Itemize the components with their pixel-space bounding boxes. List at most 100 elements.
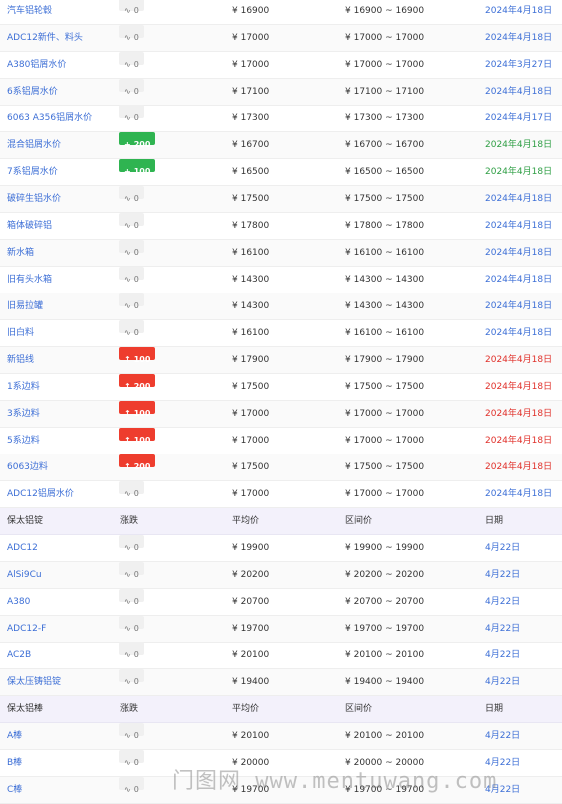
item-name-link[interactable]: 旧易拉罐 [7, 293, 43, 319]
table-row[interactable]: A380 ∿ 0 ¥ 20700 ¥ 20700 ~ 20700 4月22日 [0, 588, 562, 616]
avg-price: ¥ 17500 [232, 193, 270, 204]
item-name-link[interactable]: 1系边料 [7, 374, 40, 400]
update-date: 4月22日 [485, 730, 521, 741]
watermark: 门图网 www.mentuwang.com [172, 769, 498, 794]
table-row[interactable]: 1系边料 ↑ 200 ¥ 17500 ¥ 17500 ~ 17500 2024年4月18日 [0, 373, 562, 401]
table-row[interactable]: A380铝屑水价 ∿ 0 ¥ 17000 ¥ 17000 ~ 17000 2024年3月2… [0, 51, 562, 79]
item-name-link[interactable]: AlSi9Cu [7, 562, 42, 588]
item-name-link[interactable]: 汽车铝轮毂 [7, 0, 52, 24]
item-name-link[interactable]: 3系边料 [7, 401, 40, 427]
item-name-link[interactable]: ADC12 [7, 535, 38, 561]
price-range: ¥ 20200 ~ 20200 [345, 569, 425, 580]
price-range: ¥ 17300 ~ 17300 [345, 113, 425, 124]
item-name-link[interactable]: ADC12-F [7, 616, 46, 642]
table-row[interactable]: AC2B ∿ 0 ¥ 20100 ¥ 20100 ~ 20100 4月22日 [0, 642, 562, 670]
avg-price: ¥ 17000 [232, 435, 270, 446]
trend-up-icon: ↑ [124, 462, 131, 472]
update-date: 2024年4月18日 [485, 140, 553, 151]
item-name-link[interactable]: B棒 [7, 750, 22, 776]
price-range: ¥ 17100 ~ 17100 [345, 86, 425, 97]
trend-flat-icon: ∿ [124, 730, 131, 740]
table-row[interactable]: 汽车铝轮毂 ∿ 0 ¥ 16900 ¥ 16900 ~ 16900 2024年4月18日 [0, 0, 562, 25]
column-header-name: 保太铝棒 [7, 704, 44, 715]
trend-flat-icon: ∿ [124, 569, 131, 579]
change-badge: ↑ 100 [119, 347, 156, 364]
table-row[interactable]: ADC12 ∿ 0 ¥ 19900 ¥ 19900 ~ 19900 4月22日 [0, 535, 562, 562]
avg-price: ¥ 16100 [232, 328, 270, 339]
change-value: 200 [133, 381, 151, 391]
table-row[interactable]: 箱体破碎铝 ∿ 0 ¥ 17800 ¥ 17800 ~ 17800 2024年4月18日 [0, 212, 562, 240]
change-value: 0 [133, 596, 139, 606]
item-name-link[interactable]: 破碎生铝水价 [7, 186, 61, 212]
trend-flat-icon: ∿ [124, 220, 131, 230]
item-name-link[interactable]: 7系铝屑水价 [7, 159, 58, 185]
change-badge: ↑ 100 [119, 400, 156, 418]
item-name-link[interactable]: ADC12铝屑水价 [7, 481, 74, 507]
price-range: ¥ 20700 ~ 20700 [345, 596, 425, 607]
change-badge: ∿ 0 [119, 212, 144, 230]
item-name-link[interactable]: 新水箱 [7, 240, 34, 266]
update-date: 4月22日 [485, 650, 521, 661]
table-row[interactable]: A棒 ∿ 0 ¥ 20100 ¥ 20100 ~ 20100 4月22日 [0, 722, 562, 750]
change-badge: +200 [119, 132, 156, 149]
item-name-link[interactable]: 6063边料 [7, 454, 48, 480]
price-range: ¥ 16100 ~ 16100 [345, 328, 425, 339]
table-row[interactable]: ADC12新件、料头 ∿ 0 ¥ 17000 ¥ 17000 ~ 17000 2024年4… [0, 24, 562, 52]
item-name-link[interactable]: C棒 [7, 777, 22, 803]
table-row[interactable]: 新铝线 ↑ 100 ¥ 17900 ¥ 17900 ~ 17900 2024年4月18日 [0, 347, 562, 375]
item-name-link[interactable]: 6063 A356铝屑水价 [7, 105, 92, 131]
price-range: ¥ 14300 ~ 14300 [345, 274, 425, 285]
price-range: ¥ 17000 ~ 17000 [345, 435, 425, 446]
avg-price: ¥ 17300 [232, 113, 270, 124]
item-name-link[interactable]: 6系铝屑水价 [7, 79, 58, 105]
item-name-link[interactable]: 新铝线 [7, 347, 34, 373]
item-name-link[interactable]: A棒 [7, 723, 22, 749]
table-row[interactable]: 混合铝屑水价 +200 ¥ 16700 ¥ 16700 ~ 16700 2024年4月1… [0, 132, 562, 160]
price-range: ¥ 17800 ~ 17800 [345, 220, 425, 231]
table-row[interactable]: 7系铝屑水价 +100 ¥ 16500 ¥ 16500 ~ 16500 2024年4月1… [0, 159, 562, 187]
table-row[interactable]: ADC12-F ∿ 0 ¥ 19700 ¥ 19700 ~ 19700 4月22日 [0, 615, 562, 643]
table-row[interactable]: 旧白料 ∿ 0 ¥ 16100 ¥ 16100 ~ 16100 2024年4月18日 [0, 320, 562, 348]
table-row[interactable]: 破碎生铝水价 ∿ 0 ¥ 17500 ¥ 17500 ~ 17500 2024年4月18日 [0, 185, 562, 213]
item-name-link[interactable]: 混合铝屑水价 [7, 132, 61, 158]
table-row[interactable]: ADC12铝屑水价 ∿ 0 ¥ 17000 ¥ 17000 ~ 17000 2024年4月… [0, 481, 562, 509]
trend-flat-icon: ∿ [124, 6, 131, 15]
price-range: ¥ 16500 ~ 16500 [345, 167, 425, 178]
change-value: 0 [133, 301, 139, 311]
table-row[interactable]: 新水箱 ∿ 0 ¥ 16100 ¥ 16100 ~ 16100 2024年4月18日 [0, 239, 562, 267]
price-range: ¥ 20100 ~ 20100 [345, 650, 425, 661]
avg-price: ¥ 17100 [232, 86, 270, 97]
table-row[interactable]: 旧有头水箱 ∿ 0 ¥ 14300 ¥ 14300 ~ 14300 2024年4月18日 [0, 266, 562, 294]
table-row[interactable]: AlSi9Cu ∿ 0 ¥ 20200 ¥ 20200 ~ 20200 4月22日 [0, 561, 562, 589]
table-row[interactable]: 3系边料 ↑ 100 ¥ 17000 ¥ 17000 ~ 17000 2024年4月18日 [0, 400, 562, 428]
trend-flat-icon: ∿ [124, 623, 131, 633]
item-name-link[interactable]: 箱体破碎铝 [7, 213, 52, 239]
item-name-link[interactable]: ADC12新件、料头 [7, 25, 83, 51]
trend-flat-icon: ∿ [124, 86, 131, 96]
item-name-link[interactable]: 5系边料 [7, 428, 40, 454]
change-value: 100 [133, 167, 151, 177]
table-row[interactable]: 旧易拉罐 ∿ 0 ¥ 14300 ¥ 14300 ~ 14300 2024年4月18日 [0, 293, 562, 321]
update-date: 2024年4月18日 [485, 193, 553, 204]
item-name-link[interactable]: A380 [7, 589, 30, 615]
update-date: 2024年4月18日 [485, 167, 553, 178]
item-name-link[interactable]: 保太压铸铝锭 [7, 669, 61, 695]
table-row[interactable]: 5系边料 ↑ 100 ¥ 17000 ¥ 17000 ~ 17000 2024年4月18日 [0, 427, 562, 455]
column-header-avg: 平均价 [232, 704, 260, 715]
item-name-link[interactable]: AC2B [7, 642, 31, 668]
item-name-link[interactable]: 旧白料 [7, 320, 34, 346]
table-row[interactable]: 保太压铸铝锭 ∿ 0 ¥ 19400 ¥ 19400 ~ 19400 4月22日 [0, 669, 562, 697]
avg-price: ¥ 17000 [232, 408, 270, 419]
item-name-link[interactable]: 旧有头水箱 [7, 267, 52, 293]
column-header-range: 区间价 [345, 704, 373, 715]
avg-price: ¥ 16100 [232, 247, 270, 258]
update-date: 2024年3月27日 [485, 59, 553, 70]
table-row[interactable]: 6063 A356铝屑水价 ∿ 0 ¥ 17300 ¥ 17300 ~ 17300 202… [0, 105, 562, 133]
change-badge: ∿ 0 [119, 642, 144, 659]
update-date: 4月22日 [485, 596, 521, 607]
table-row[interactable]: 6063边料 ↑ 200 ¥ 17500 ¥ 17500 ~ 17500 2024年4月1… [0, 454, 562, 482]
item-name-link[interactable]: A380铝屑水价 [7, 52, 66, 78]
update-date: 4月22日 [485, 543, 521, 553]
column-header-change: 涨跌 [120, 516, 139, 527]
table-row[interactable]: 6系铝屑水价 ∿ 0 ¥ 17100 ¥ 17100 ~ 17100 2024年4月18日 [0, 78, 562, 106]
